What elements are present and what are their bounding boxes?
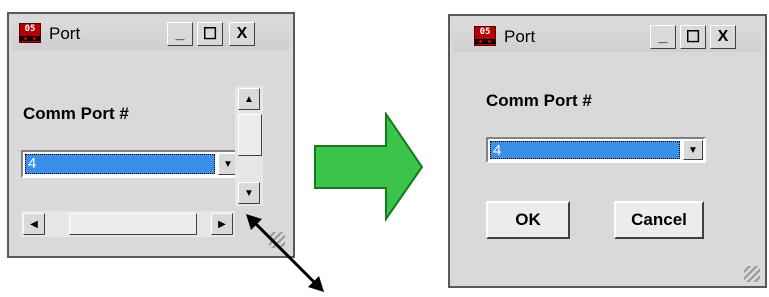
maximize-button[interactable]: ☐ [680, 25, 706, 49]
maximize-button[interactable]: ☐ [197, 22, 223, 46]
chevron-down-icon: ▼ [688, 144, 698, 156]
chevron-down-icon: ▼ [223, 158, 233, 170]
window-title: Port [504, 27, 536, 46]
comm-port-select[interactable]: 4 ▼ [486, 137, 706, 163]
minimize-button[interactable]: _ [167, 22, 193, 46]
app-icon: 05 [19, 23, 41, 43]
scroll-up-button[interactable]: ▲ [238, 88, 260, 110]
arrow-up-icon: ▲ [244, 93, 254, 105]
window-title: Port [49, 24, 81, 43]
close-icon: X [717, 28, 729, 45]
minimize-icon: _ [175, 25, 185, 42]
scroll-left-button[interactable]: ◀ [23, 213, 45, 235]
arrow-down-icon: ▼ [244, 187, 254, 199]
arrow-left-icon: ◀ [30, 218, 38, 230]
titlebar-before[interactable]: 05 Port _ ☐ X [13, 18, 289, 50]
minimize-icon: _ [658, 28, 668, 45]
dropdown-arrow-button[interactable]: ▼ [683, 140, 703, 160]
cancel-button[interactable]: Cancel [614, 201, 704, 239]
scroll-down-button[interactable]: ▼ [238, 182, 260, 204]
cancel-button-label: Cancel [631, 210, 687, 229]
vertical-scroll-thumb[interactable] [238, 114, 262, 156]
horizontal-scroll-thumb[interactable] [69, 213, 197, 235]
comm-port-select[interactable]: 4 ▼ [21, 150, 241, 178]
ok-button-label: OK [515, 210, 541, 229]
minimize-button[interactable]: _ [650, 25, 676, 49]
comm-port-label: Comm Port # [486, 91, 592, 110]
arrow-right-icon: ▶ [218, 218, 226, 230]
comm-port-label: Comm Port # [23, 104, 129, 123]
combo-selected-value: 4 [25, 154, 215, 174]
maximize-icon: ☐ [202, 26, 218, 43]
close-button[interactable]: X [229, 22, 255, 46]
ok-button[interactable]: OK [486, 201, 570, 239]
app-icon: 05 [474, 26, 496, 46]
resize-arrow-annotation [246, 214, 324, 292]
maximize-icon: ☐ [685, 29, 701, 46]
close-button[interactable]: X [710, 25, 736, 49]
titlebar-after[interactable]: 05 Port _ ☐ X [454, 20, 761, 52]
resize-grip-icon[interactable] [744, 266, 760, 282]
combo-selected-value: 4 [490, 141, 680, 159]
close-icon: X [236, 25, 248, 42]
scroll-right-button[interactable]: ▶ [211, 213, 233, 235]
transition-arrow-icon [314, 112, 424, 222]
window-after: 05 Port _ ☐ X Comm Port # 4 ▼ OK Cancel [448, 14, 767, 288]
